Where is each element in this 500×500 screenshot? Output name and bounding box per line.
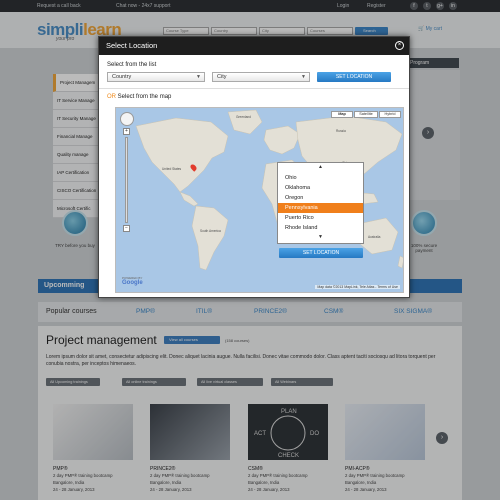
map-label-australia: Australia xyxy=(368,235,381,239)
zoom-slider[interactable] xyxy=(125,137,128,223)
state-option[interactable]: Ohio xyxy=(278,173,363,183)
scroll-up-icon[interactable]: ▲ xyxy=(278,164,363,172)
map-label-us: United States xyxy=(162,167,182,171)
chevron-down-icon: ▼ xyxy=(196,74,201,80)
set-location-button[interactable]: SET LOCATION xyxy=(317,72,391,82)
google-logo: POWERED BY Google xyxy=(122,276,143,286)
zoom-out-button[interactable]: − xyxy=(123,225,130,232)
map-attribution[interactable]: Map data ©2013 MapLink, Tele Atlas - Ter… xyxy=(315,285,400,289)
select-from-list-label: Select from the list xyxy=(107,62,157,68)
state-option[interactable]: Oregon xyxy=(278,193,363,203)
select-from-map-label: OR Select from the map xyxy=(107,94,172,100)
select-location-modal: Select Location × Select from the list C… xyxy=(98,36,410,298)
map-type-satellite[interactable]: Satellite xyxy=(354,111,378,118)
chevron-down-icon: ▼ xyxy=(301,74,306,80)
map-label-south-america: South America xyxy=(200,229,221,233)
close-icon[interactable]: × xyxy=(395,41,404,50)
map-label-russia: Russia xyxy=(336,129,346,133)
modal-title: Select Location xyxy=(106,41,158,50)
map-label-greenland: Greenland xyxy=(236,115,251,119)
country-dropdown[interactable]: Country ▼ xyxy=(107,72,205,82)
state-option[interactable]: Oklahoma xyxy=(278,183,363,193)
state-option[interactable]: Rhode Island xyxy=(278,223,363,233)
state-option-selected[interactable]: Pennsylvania xyxy=(278,203,363,213)
map-set-location-button[interactable]: SET LOCATION xyxy=(279,248,363,258)
city-dropdown[interactable]: City ▼ xyxy=(212,72,310,82)
pan-control-icon[interactable] xyxy=(120,112,134,126)
modal-header: Select Location × xyxy=(99,37,409,55)
divider xyxy=(99,88,409,89)
map-zoom-control: + − xyxy=(120,112,134,232)
state-option[interactable]: Puerto Rico xyxy=(278,213,363,223)
scroll-down-icon[interactable]: ▼ xyxy=(278,234,363,242)
map-type-hybrid[interactable]: Hybrid xyxy=(379,111,401,118)
zoom-in-button[interactable]: + xyxy=(123,128,130,135)
state-dropdown-list[interactable]: ▲ Ohio Oklahoma Oregon Pennsylvania Puer… xyxy=(277,162,364,244)
map-type-map[interactable]: Map xyxy=(331,111,353,118)
